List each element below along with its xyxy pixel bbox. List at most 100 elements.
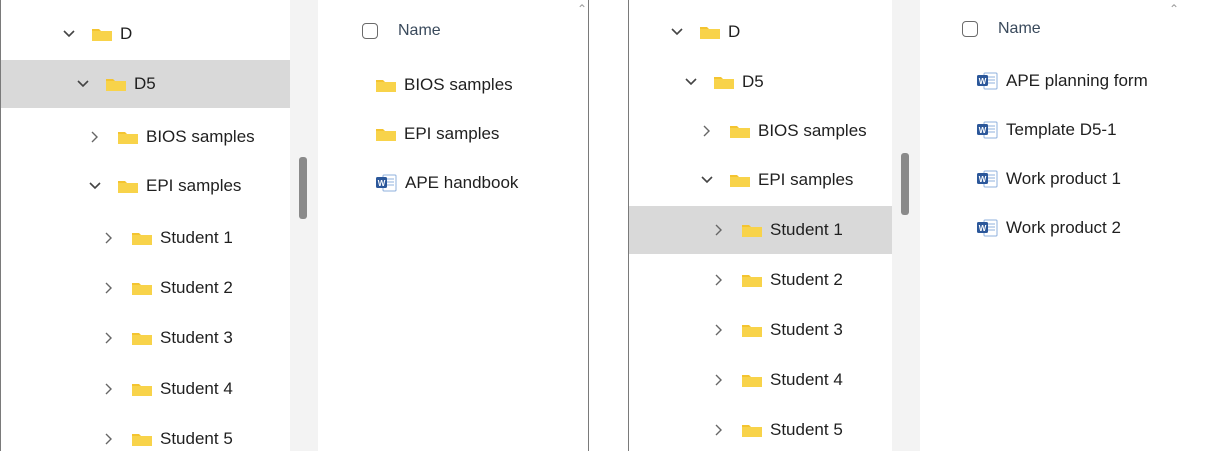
tree-item-d[interactable]: D (1, 10, 290, 58)
tree-item-label: Student 5 (160, 429, 233, 448)
svg-text:W: W (378, 179, 386, 188)
tree-item-student-5[interactable]: Student 5 (629, 406, 892, 451)
tree-item-d5[interactable]: D5 (629, 58, 892, 106)
chevron-right-icon[interactable] (711, 272, 727, 288)
chevron-right-icon[interactable] (711, 322, 727, 338)
column-header[interactable]: Name (962, 20, 1041, 38)
folder-icon (741, 222, 763, 238)
folder-icon (699, 24, 721, 40)
tree-item-label: Student 1 (770, 220, 843, 239)
folder-icon (741, 322, 763, 338)
chevron-right-icon[interactable] (101, 280, 117, 296)
chevron-right-icon[interactable] (87, 129, 103, 145)
file-item-label: Work product 1 (1006, 169, 1121, 188)
file-item-bios-samples[interactable]: BIOS samples (375, 75, 513, 95)
navigation-pane: D D5 BIOS samples EPI samples Student 1 … (629, 0, 892, 451)
folder-icon (117, 178, 139, 194)
chevron-down-icon[interactable] (75, 76, 91, 92)
tree-item-label: D5 (742, 72, 764, 91)
folder-icon (117, 129, 139, 145)
tree-item-student-1[interactable]: Student 1 (629, 206, 892, 254)
nav-scrollbar-track[interactable] (290, 0, 318, 451)
tree-item-student-2[interactable]: Student 2 (629, 256, 892, 304)
tree-item-bios-samples[interactable]: BIOS samples (1, 113, 290, 161)
tree-item-label: D (728, 22, 741, 41)
file-item-work-product-1[interactable]: W Work product 1 (976, 169, 1121, 189)
navigation-pane: D D5 BIOS samples EPI samples Student 1 … (1, 0, 290, 451)
right-explorer-window: D D5 BIOS samples EPI samples Student 1 … (628, 0, 1214, 451)
file-item-epi-samples[interactable]: EPI samples (375, 124, 499, 144)
collapse-caret-icon[interactable]: ⌃ (577, 2, 587, 16)
word-doc-icon: W (976, 71, 998, 91)
chevron-down-icon[interactable] (683, 74, 699, 90)
svg-text:W: W (979, 77, 987, 86)
file-item-label: Work product 2 (1006, 218, 1121, 237)
chevron-right-icon[interactable] (699, 123, 715, 139)
chevron-right-icon[interactable] (101, 431, 117, 447)
tree-item-label: EPI samples (146, 176, 242, 195)
tree-item-label: Student 3 (770, 320, 843, 339)
select-all-checkbox[interactable] (962, 21, 978, 37)
chevron-right-icon[interactable] (711, 422, 727, 438)
tree-item-student-1[interactable]: Student 1 (1, 214, 290, 262)
file-item-label: Template D5-1 (1006, 120, 1117, 139)
name-column-label: Name (998, 20, 1041, 37)
tree-item-label: Student 2 (770, 270, 843, 289)
file-item-label: APE handbook (405, 173, 519, 192)
left-explorer-window: D D5 BIOS samples EPI samples Student 1 … (0, 0, 589, 451)
folder-icon (713, 74, 735, 90)
scrollbar-thumb[interactable] (901, 153, 909, 215)
svg-text:W: W (979, 224, 987, 233)
chevron-right-icon[interactable] (101, 381, 117, 397)
tree-item-label: Student 4 (770, 370, 843, 389)
tree-item-epi-samples[interactable]: EPI samples (1, 162, 290, 210)
folder-icon (131, 230, 153, 246)
chevron-down-icon[interactable] (699, 172, 715, 188)
tree-item-label: D (120, 24, 133, 43)
svg-text:W: W (979, 175, 987, 184)
tree-item-student-4[interactable]: Student 4 (1, 365, 290, 413)
tree-item-student-4[interactable]: Student 4 (629, 356, 892, 404)
chevron-right-icon[interactable] (711, 222, 727, 238)
tree-item-student-3[interactable]: Student 3 (629, 306, 892, 354)
column-header[interactable]: Name (362, 22, 441, 40)
file-item-ape-planning-form[interactable]: W APE planning form (976, 71, 1148, 91)
chevron-down-icon[interactable] (87, 178, 103, 194)
file-item-template-d5-1[interactable]: W Template D5-1 (976, 120, 1117, 140)
chevron-down-icon[interactable] (669, 24, 685, 40)
nav-scrollbar-track[interactable] (892, 0, 920, 451)
file-item-work-product-2[interactable]: W Work product 2 (976, 218, 1121, 238)
tree-item-student-2[interactable]: Student 2 (1, 264, 290, 312)
file-item-label: EPI samples (404, 124, 500, 143)
word-doc-icon: W (976, 218, 998, 238)
folder-icon (375, 126, 397, 142)
folder-icon (741, 372, 763, 388)
chevron-right-icon[interactable] (711, 372, 727, 388)
file-item-ape-handbook[interactable]: W APE handbook (375, 173, 518, 193)
file-item-label: BIOS samples (404, 75, 513, 94)
word-doc-icon: W (375, 173, 397, 193)
tree-item-label: EPI samples (758, 170, 854, 189)
tree-item-d[interactable]: D (629, 8, 892, 56)
chevron-right-icon[interactable] (101, 330, 117, 346)
chevron-down-icon[interactable] (61, 26, 77, 42)
folder-icon (131, 280, 153, 296)
tree-item-bios-samples[interactable]: BIOS samples (629, 107, 892, 155)
tree-item-student-5[interactable]: Student 5 (1, 415, 290, 451)
select-all-checkbox[interactable] (362, 23, 378, 39)
folder-icon (91, 26, 113, 42)
tree-item-student-3[interactable]: Student 3 (1, 314, 290, 362)
tree-item-label: BIOS samples (146, 127, 255, 146)
tree-item-label: Student 2 (160, 278, 233, 297)
scrollbar-thumb[interactable] (299, 157, 307, 219)
tree-item-d5[interactable]: D5 (1, 60, 290, 108)
svg-text:W: W (979, 126, 987, 135)
folder-icon (729, 172, 751, 188)
tree-item-label: Student 5 (770, 420, 843, 439)
chevron-right-icon[interactable] (101, 230, 117, 246)
word-doc-icon: W (976, 169, 998, 189)
collapse-caret-icon[interactable]: ⌃ (1169, 2, 1179, 16)
tree-item-epi-samples[interactable]: EPI samples (629, 156, 892, 204)
tree-item-label: Student 1 (160, 228, 233, 247)
tree-item-label: Student 3 (160, 328, 233, 347)
